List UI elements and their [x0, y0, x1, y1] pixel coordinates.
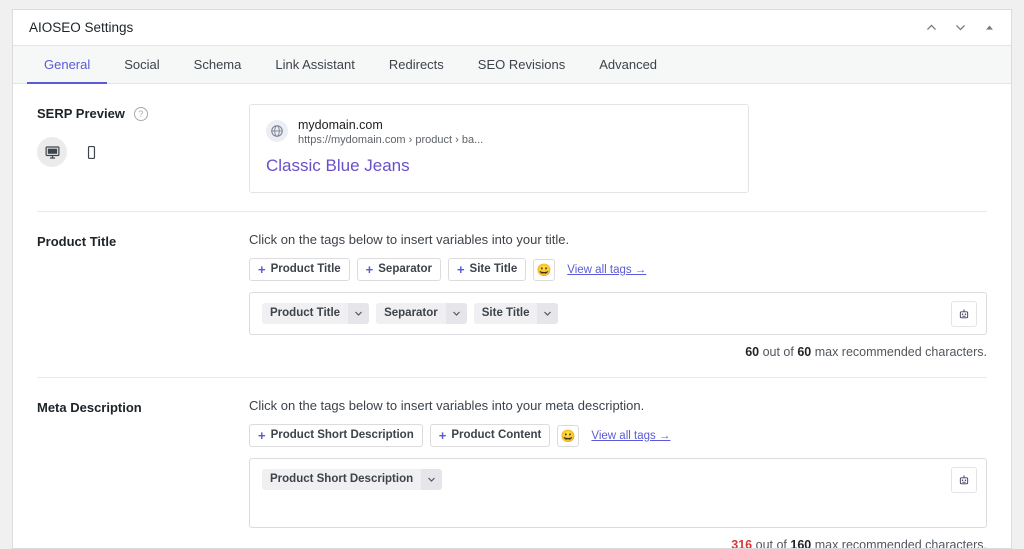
meta-description-counter: 316 out of 160 max recommended character… [249, 538, 987, 549]
tab-label: Advanced [599, 57, 657, 72]
chevron-down-icon[interactable] [348, 303, 369, 324]
counter-middle: out of [752, 538, 790, 549]
tag-label: Site Title [470, 263, 518, 276]
meta-description-input[interactable]: Product Short Description [249, 458, 987, 528]
serp-preview-label: SERP Preview [37, 106, 125, 121]
token-label: Separator [376, 303, 446, 324]
emoji-picker-icon[interactable]: 😀 [557, 425, 579, 447]
product-title-section: Product Title Click on the tags below to… [37, 212, 987, 378]
plus-icon: + [258, 429, 266, 442]
help-icon[interactable]: ? [134, 107, 148, 121]
tab-label: Schema [194, 57, 242, 72]
counter-suffix: max recommended characters. [811, 538, 987, 549]
insert-tag-product-title[interactable]: + Product Title [249, 258, 350, 281]
tab-label: SEO Revisions [478, 57, 565, 72]
token-label: Product Title [262, 303, 348, 324]
panel-titlebar: AIOSEO Settings [13, 10, 1011, 46]
ai-generate-title-button[interactable] [951, 301, 977, 327]
tag-label: Separator [378, 263, 432, 276]
tab-schema[interactable]: Schema [177, 46, 259, 83]
settings-tabs: General Social Schema Link Assistant Red… [13, 46, 1011, 84]
insert-tag-site-title[interactable]: + Site Title [448, 258, 526, 281]
chevron-down-icon[interactable] [537, 303, 558, 324]
aioseo-settings-panel: AIOSEO Settings General Social Schema Li… [12, 9, 1012, 549]
view-all-tags-link[interactable]: View all tags → [591, 430, 670, 442]
product-title-counter: 60 out of 60 max recommended characters. [249, 345, 987, 359]
ai-generate-description-button[interactable] [951, 467, 977, 493]
tab-label: Social [124, 57, 159, 72]
plus-icon: + [366, 263, 374, 276]
chevron-down-icon[interactable] [953, 20, 968, 35]
counter-suffix: max recommended characters. [811, 345, 987, 359]
tab-redirects[interactable]: Redirects [372, 46, 461, 83]
serp-preview-section: SERP Preview ? [37, 84, 987, 212]
panel-controls [924, 20, 1001, 35]
plus-icon: + [258, 263, 266, 276]
token-label: Site Title [474, 303, 538, 324]
tag-label: Product Title [271, 263, 341, 276]
counter-max: 60 [797, 345, 811, 359]
emoji-picker-icon[interactable]: 😀 [533, 259, 555, 281]
settings-content: SERP Preview ? [13, 84, 1011, 549]
product-title-hint: Click on the tags below to insert variab… [249, 232, 987, 247]
tab-advanced[interactable]: Advanced [582, 46, 674, 83]
token-product-title[interactable]: Product Title [262, 303, 369, 324]
product-title-label: Product Title [37, 232, 249, 359]
meta-description-label: Meta Description [37, 398, 249, 549]
meta-description-section: Meta Description Click on the tags below… [37, 378, 987, 549]
insert-tag-separator[interactable]: + Separator [357, 258, 441, 281]
product-title-input[interactable]: Product Title Separator Si [249, 292, 987, 335]
chevron-down-icon[interactable] [421, 469, 442, 490]
tab-social[interactable]: Social [107, 46, 176, 83]
meta-description-body: Click on the tags below to insert variab… [249, 398, 987, 549]
tab-label: Redirects [389, 57, 444, 72]
token-site-title[interactable]: Site Title [474, 303, 559, 324]
desktop-preview-icon[interactable] [37, 137, 67, 167]
tag-label: Product Content [451, 429, 541, 442]
tab-seo-revisions[interactable]: SEO Revisions [461, 46, 582, 83]
serp-domain: mydomain.com [298, 118, 483, 133]
token-label: Product Short Description [262, 469, 421, 490]
plus-icon: + [439, 429, 447, 442]
chevron-up-icon[interactable] [924, 20, 939, 35]
tab-label: General [44, 57, 90, 72]
tag-label: Product Short Description [271, 429, 414, 442]
meta-description-hint: Click on the tags below to insert variab… [249, 398, 987, 413]
mobile-preview-icon[interactable] [76, 137, 106, 167]
tab-link-assistant[interactable]: Link Assistant [258, 46, 372, 83]
meta-description-tag-row: + Product Short Description + Product Co… [249, 424, 987, 447]
serp-preview-card[interactable]: mydomain.com https://mydomain.com › prod… [249, 104, 749, 193]
chevron-down-icon[interactable] [446, 303, 467, 324]
serp-preview-label-group: SERP Preview ? [37, 104, 249, 193]
product-title-tag-row: + Product Title + Separator + Site Title… [249, 258, 987, 281]
serp-preview-body: mydomain.com https://mydomain.com › prod… [249, 104, 987, 193]
insert-tag-product-content[interactable]: + Product Content [430, 424, 551, 447]
insert-tag-product-short-description[interactable]: + Product Short Description [249, 424, 423, 447]
view-all-tags-link[interactable]: View all tags → [567, 264, 646, 276]
device-toggle-group [37, 137, 148, 167]
counter-max: 160 [790, 538, 811, 549]
serp-title[interactable]: Classic Blue Jeans [266, 155, 732, 177]
tab-label: Link Assistant [275, 57, 355, 72]
meta-description-tokens: Product Short Description [262, 469, 934, 490]
counter-current: 316 [731, 538, 752, 549]
globe-icon [266, 120, 288, 142]
counter-current: 60 [745, 345, 759, 359]
product-title-body: Click on the tags below to insert variab… [249, 232, 987, 359]
serp-url: https://mydomain.com › product › ba... [298, 133, 483, 148]
tab-general[interactable]: General [27, 46, 107, 83]
product-title-tokens: Product Title Separator Si [262, 303, 934, 324]
token-product-short-description[interactable]: Product Short Description [262, 469, 442, 490]
counter-middle: out of [759, 345, 797, 359]
page-title: AIOSEO Settings [29, 20, 924, 35]
serp-head: mydomain.com https://mydomain.com › prod… [266, 118, 732, 148]
triangle-up-icon[interactable] [982, 20, 997, 35]
plus-icon: + [457, 263, 465, 276]
token-separator[interactable]: Separator [376, 303, 467, 324]
